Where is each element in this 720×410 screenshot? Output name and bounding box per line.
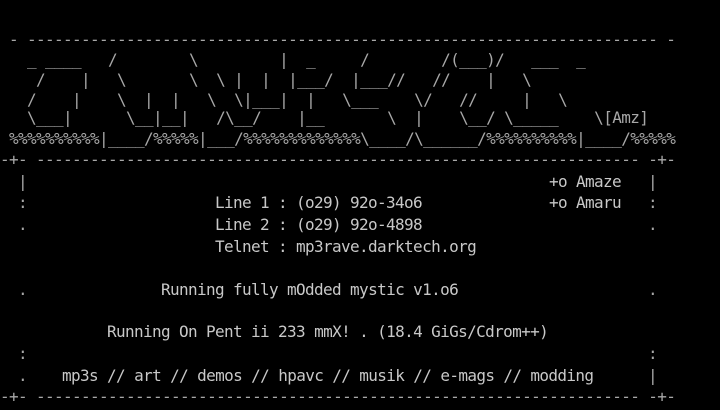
phone-line-1: Line 1 : (o29) 92o-34o6 xyxy=(215,193,423,212)
terminal-screen: - --------------------------------------… xyxy=(0,0,720,410)
hardware-info: Running On Pent ii 233 mmX! . (18.4 GiGs… xyxy=(107,322,549,341)
frame-edge-right: : xyxy=(648,344,658,363)
top-border: -+- ------------------------------------… xyxy=(0,150,676,169)
frame-edge-right: | xyxy=(648,172,658,191)
logo-row: %%%%%%%%%%|____/%%%%%|___/%%%%%%%%%%%%%\… xyxy=(0,129,676,148)
section-demos[interactable]: demos xyxy=(197,366,243,385)
frame-edge-left: : xyxy=(18,193,28,212)
credit-amaru: +o Amaru xyxy=(549,193,622,212)
frame-edge-left: . xyxy=(18,280,28,299)
section-separator: // xyxy=(107,366,126,385)
section-art[interactable]: art xyxy=(134,366,162,385)
section-menu: mp3s // art // demos // hpavc // musik /… xyxy=(62,365,594,387)
logo-row: \___| \__|__| /\__/ |__ \ | \__/ \_____ … xyxy=(0,108,649,127)
frame-edge-right: . xyxy=(648,280,658,299)
logo-row: _ ____ / \ | _ / /(___)/ ___ _ xyxy=(0,50,586,69)
bottom-border: -+- ------------------------------------… xyxy=(0,387,676,406)
frame-edge-left: . xyxy=(18,366,28,385)
section-modding[interactable]: modding xyxy=(530,366,594,385)
logo-row: - --------------------------------------… xyxy=(0,30,676,49)
section-separator: // xyxy=(503,366,522,385)
credit-amaze: +o Amaze xyxy=(549,172,622,191)
frame-edge-left: | xyxy=(18,172,28,191)
logo-row: / | \ | | \ \|___| | \___ \/ // | \ xyxy=(0,90,568,109)
frame-edge-right: | xyxy=(648,366,658,385)
section-separator: // xyxy=(170,366,189,385)
section-mp3s[interactable]: mp3s xyxy=(62,366,99,385)
frame-edge-right: . xyxy=(648,215,658,234)
telnet-address: Telnet : mp3rave.darktech.org xyxy=(215,237,477,256)
section-emags[interactable]: e-mags xyxy=(440,366,495,385)
section-separator: // xyxy=(251,366,270,385)
frame-edge-left: . xyxy=(18,215,28,234)
software-info: Running fully mOdded mystic v1.o6 xyxy=(161,280,459,299)
section-musik[interactable]: musik xyxy=(359,366,405,385)
frame-edge-left: : xyxy=(18,344,28,363)
section-hpavc[interactable]: hpavc xyxy=(278,366,324,385)
frame-edge-right: : xyxy=(648,193,658,212)
logo-row: / | \ \ \ | | |___/ |___// // | \ xyxy=(0,70,532,89)
section-separator: // xyxy=(413,366,432,385)
section-separator: // xyxy=(332,366,351,385)
phone-line-2: Line 2 : (o29) 92o-4898 xyxy=(215,215,423,234)
